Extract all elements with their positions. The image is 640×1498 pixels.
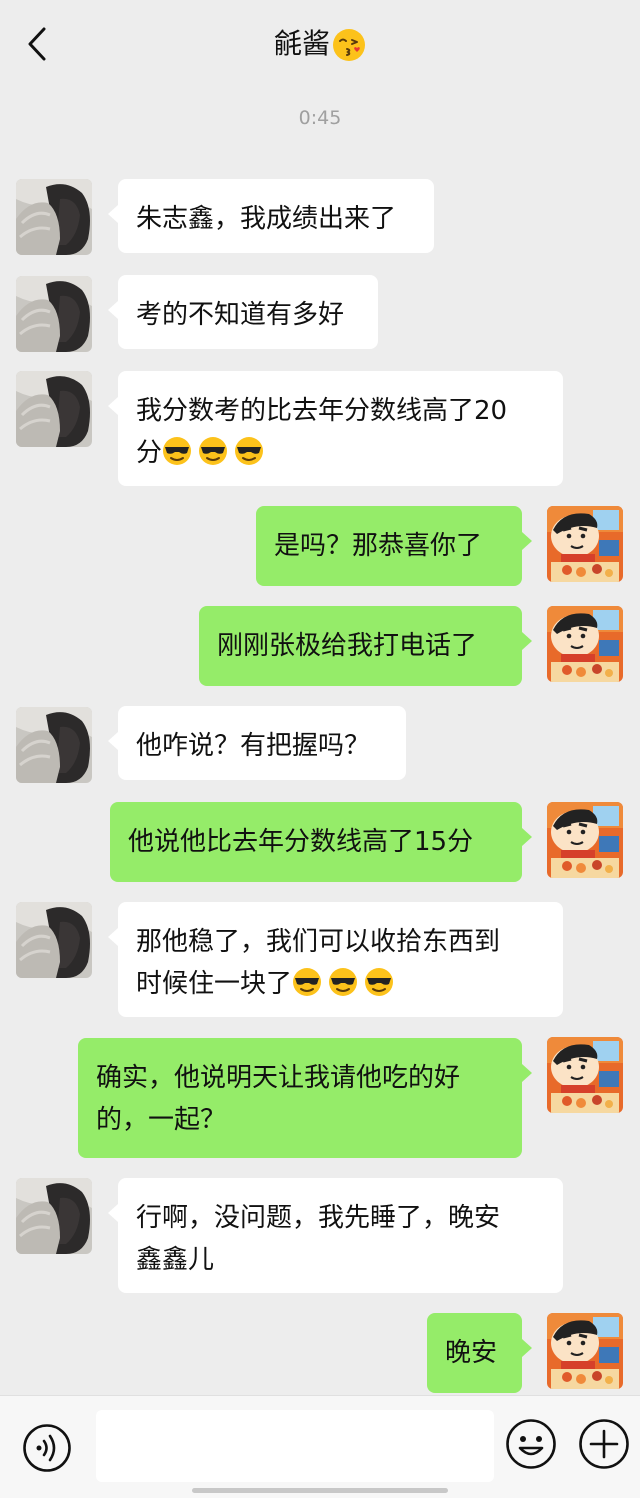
- my-avatar[interactable]: [547, 1313, 623, 1389]
- message-text-line: 行啊，没问题，我先睡了，晚安: [136, 1203, 501, 1233]
- emoji-icon: [506, 1419, 556, 1469]
- voice-button[interactable]: [22, 1423, 72, 1473]
- sunglasses-icon: [292, 967, 323, 997]
- sunglasses-icon: [198, 436, 229, 466]
- contact-name: 毹酱: [273, 27, 330, 60]
- message-timestamp: 0:45: [298, 107, 342, 129]
- message-bubble-incoming[interactable]: 他咋说？有把握吗？: [108, 706, 406, 780]
- message-bubble-outgoing[interactable]: 他说他比去年分数线高了15分: [110, 802, 532, 882]
- message-text-line: 我分数考的比去年分数线高了20: [136, 396, 508, 426]
- message-text-line: 鑫鑫儿: [136, 1245, 215, 1275]
- message-text-line: 分: [136, 432, 545, 474]
- message-text: 时候住一块了: [136, 969, 293, 999]
- message-text-line: 那他稳了，我们可以收拾东西到: [136, 927, 501, 957]
- message-bubble-outgoing[interactable]: 确实，他说明天让我请他吃的好 的，一起？: [78, 1038, 532, 1158]
- message-text-line: 确实，他说明天让我请他吃的好: [96, 1063, 461, 1093]
- chat-title: 毹酱: [0, 26, 640, 62]
- my-avatar[interactable]: [547, 1037, 623, 1113]
- message-bubble-outgoing[interactable]: 晚安: [427, 1313, 532, 1393]
- message-text: 考的不知道有多好: [136, 300, 345, 330]
- chat-header: 毹酱: [0, 0, 640, 88]
- message-text: 晚安: [445, 1338, 498, 1368]
- message-bubble-outgoing[interactable]: 刚刚张极给我打电话了: [199, 606, 532, 686]
- message-bubble-incoming[interactable]: 朱志鑫，我成绩出来了: [108, 179, 434, 253]
- contact-avatar[interactable]: [16, 276, 92, 352]
- kissing-face-icon: [332, 28, 366, 62]
- sunglasses-icon: [328, 967, 359, 997]
- message-bubble-incoming[interactable]: 考的不知道有多好: [108, 275, 378, 349]
- contact-avatar[interactable]: [16, 902, 92, 978]
- my-avatar[interactable]: [547, 506, 623, 582]
- voice-icon: [23, 1424, 71, 1472]
- sunglasses-icon: [162, 436, 193, 466]
- message-text: 是吗？那恭喜你了: [274, 531, 483, 561]
- contact-avatar[interactable]: [16, 707, 92, 783]
- contact-avatar[interactable]: [16, 1178, 92, 1254]
- my-avatar[interactable]: [547, 606, 623, 682]
- message-text: 他说他比去年分数线高了15分: [128, 827, 474, 857]
- emoji-button[interactable]: [505, 1418, 557, 1470]
- message-bubble-outgoing[interactable]: 是吗？那恭喜你了: [256, 506, 532, 586]
- message-text: 分: [136, 438, 163, 468]
- message-text-line: 时候住一块了: [136, 963, 545, 1005]
- contact-avatar[interactable]: [16, 179, 92, 255]
- home-indicator[interactable]: [192, 1488, 448, 1493]
- message-text: 朱志鑫，我成绩出来了: [136, 204, 397, 234]
- more-button[interactable]: [578, 1418, 630, 1470]
- input-bar: [0, 1395, 640, 1498]
- my-avatar[interactable]: [547, 802, 623, 878]
- message-text: 他咋说？有把握吗？: [136, 731, 371, 761]
- sunglasses-icon: [364, 967, 395, 997]
- contact-avatar[interactable]: [16, 371, 92, 447]
- message-text: 刚刚张极给我打电话了: [217, 631, 478, 661]
- message-bubble-incoming[interactable]: 我分数考的比去年分数线高了20 分: [108, 371, 563, 486]
- sunglasses-icon: [234, 436, 265, 466]
- message-bubble-incoming[interactable]: 行啊，没问题，我先睡了，晚安 鑫鑫儿: [108, 1178, 563, 1293]
- message-bubble-incoming[interactable]: 那他稳了，我们可以收拾东西到 时候住一块了: [108, 902, 563, 1017]
- message-text-line: 的，一起？: [96, 1105, 227, 1135]
- plus-icon: [579, 1419, 629, 1469]
- message-input[interactable]: [96, 1410, 494, 1482]
